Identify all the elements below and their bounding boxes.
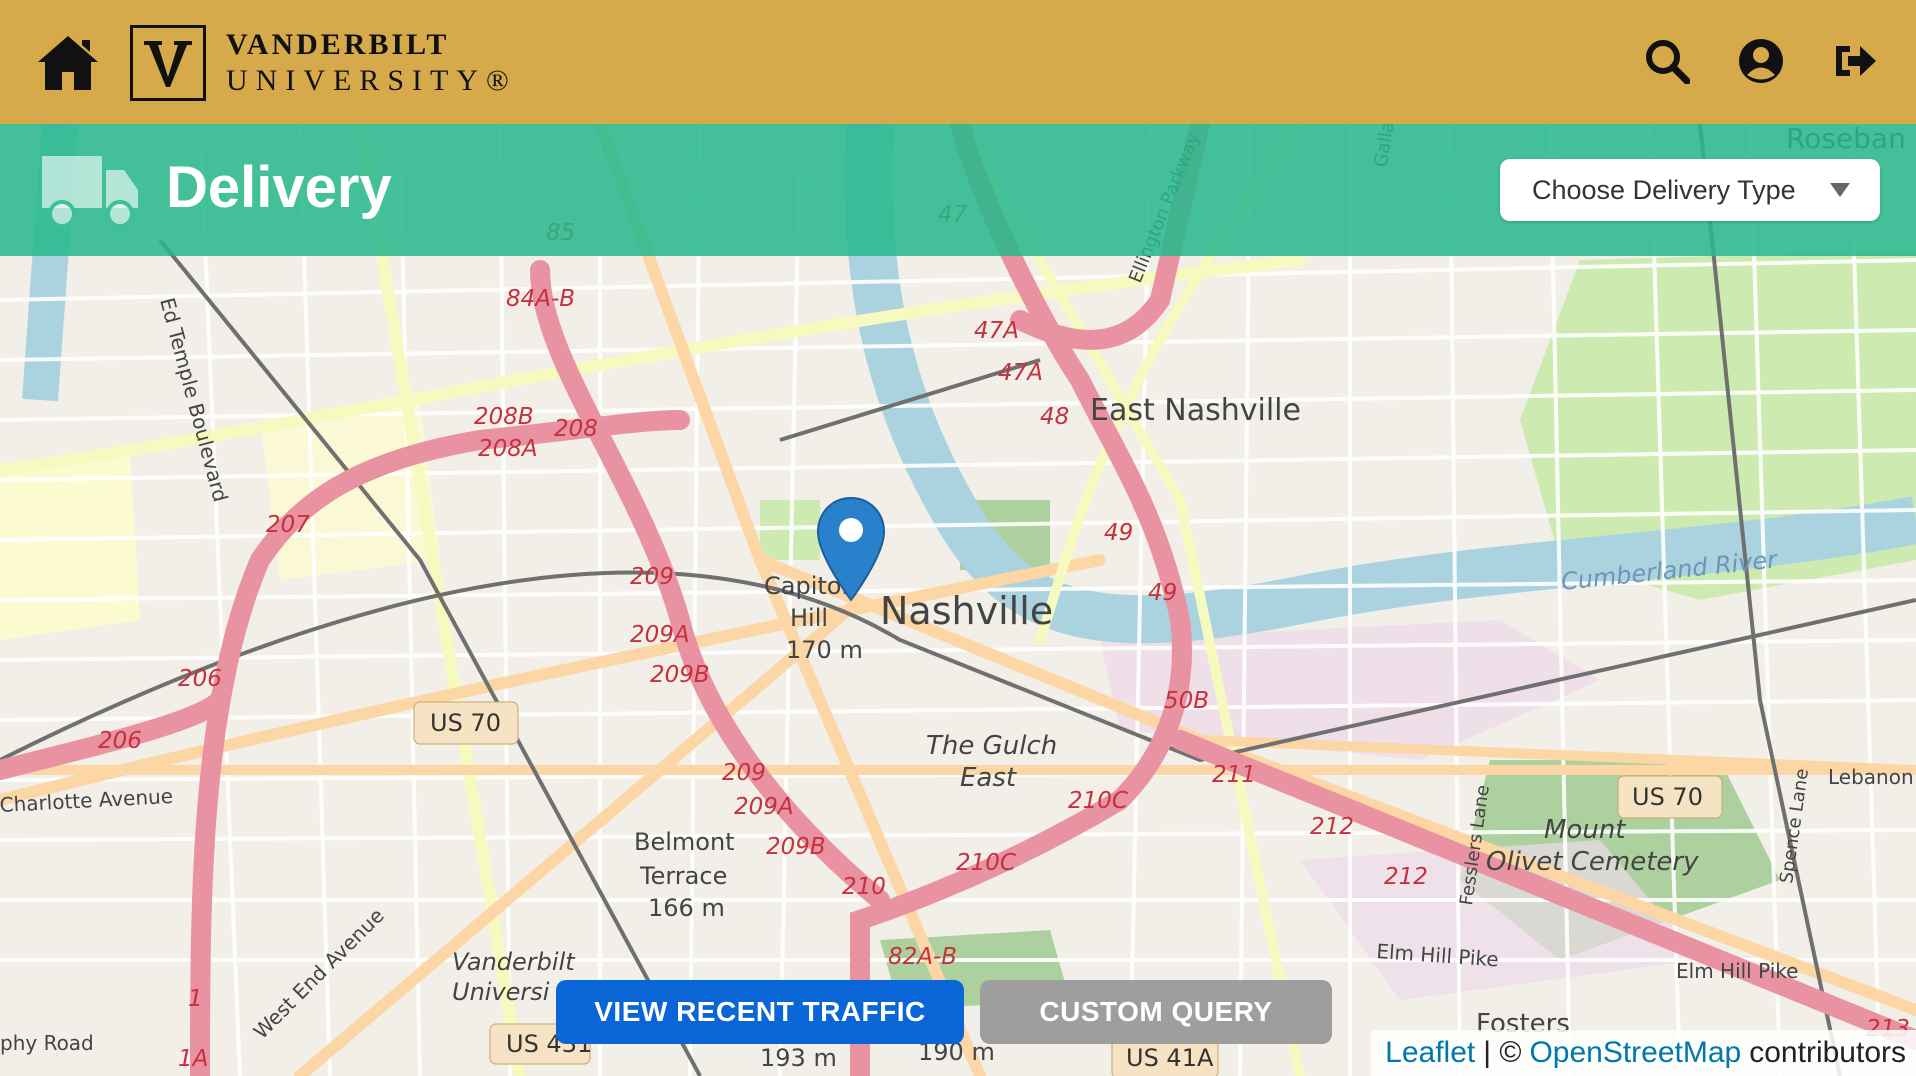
svg-text:50B: 50B <box>1164 688 1209 714</box>
svg-text:170 m: 170 m <box>786 636 863 664</box>
svg-text:212: 212 <box>1384 864 1428 890</box>
svg-text:Mount: Mount <box>1544 815 1626 845</box>
svg-text:US 70: US 70 <box>1632 783 1703 811</box>
svg-text:209: 209 <box>722 760 766 786</box>
svg-text:206: 206 <box>98 728 142 754</box>
svg-text:166 m: 166 m <box>648 894 725 922</box>
svg-text:193 m: 193 m <box>760 1044 837 1072</box>
svg-text:49: 49 <box>1104 520 1133 546</box>
map-attribution: Leaflet | © OpenStreetMap contributors <box>1371 1030 1916 1076</box>
openstreetmap-link[interactable]: OpenStreetMap <box>1529 1036 1741 1070</box>
svg-text:East: East <box>960 763 1017 793</box>
svg-text:209B: 209B <box>650 662 710 688</box>
svg-text:84A-B: 84A-B <box>506 286 575 312</box>
view-recent-traffic-button[interactable]: VIEW RECENT TRAFFIC <box>556 980 964 1044</box>
custom-query-button[interactable]: CUSTOM QUERY <box>980 980 1332 1044</box>
svg-text:48: 48 <box>1040 404 1069 430</box>
user-icon[interactable] <box>1738 38 1784 84</box>
map-view[interactable]: 84A-B 208B 208 208A 207 206 206 209 209A 209B … <box>0 124 1916 1076</box>
svg-text:Nashville: Nashville <box>880 589 1053 633</box>
svg-text:1A: 1A <box>178 1046 208 1072</box>
svg-text:47A: 47A <box>974 318 1019 344</box>
page-title: Delivery <box>166 155 392 220</box>
svg-text:209: 209 <box>630 564 674 590</box>
logout-icon[interactable] <box>1832 38 1878 84</box>
svg-text:Belmont: Belmont <box>634 828 735 856</box>
svg-text:211: 211 <box>1212 762 1256 788</box>
logo-wordmark-bottom: UNIVERSITY® <box>226 64 517 97</box>
svg-text:82A-B: 82A-B <box>888 944 957 970</box>
svg-text:The Gulch: The Gulch <box>926 731 1057 761</box>
top-header: VANDERBILT UNIVERSITY® <box>0 0 1916 124</box>
svg-text:208: 208 <box>554 416 598 442</box>
svg-text:207: 207 <box>266 512 310 538</box>
svg-text:206: 206 <box>178 666 222 692</box>
svg-text:210: 210 <box>842 874 886 900</box>
svg-text:47A: 47A <box>998 360 1043 386</box>
svg-text:East Nashville: East Nashville <box>1090 393 1301 428</box>
svg-text:209B: 209B <box>766 834 826 860</box>
logo-wordmark-top: VANDERBILT <box>226 28 450 61</box>
delivery-bar: Delivery Choose Delivery Type <box>0 124 1916 256</box>
svg-text:208A: 208A <box>478 436 538 462</box>
svg-text:209A: 209A <box>734 794 794 820</box>
search-icon[interactable] <box>1644 38 1690 84</box>
svg-text:212: 212 <box>1310 814 1354 840</box>
caret-down-icon <box>1830 183 1850 197</box>
svg-text:209A: 209A <box>630 622 690 648</box>
svg-text:1: 1 <box>188 986 203 1012</box>
svg-text:210C: 210C <box>1068 788 1128 814</box>
svg-text:Elm Hill Pike: Elm Hill Pike <box>1676 959 1798 983</box>
svg-text:Lebanon: Lebanon <box>1828 765 1914 789</box>
vanderbilt-v-icon <box>130 25 206 101</box>
svg-text:49: 49 <box>1148 580 1177 606</box>
home-icon[interactable] <box>36 34 100 92</box>
attribution-suffix: contributors <box>1749 1036 1906 1069</box>
svg-text:Olivet Cemetery: Olivet Cemetery <box>1486 847 1699 877</box>
svg-text:Terrace: Terrace <box>639 862 727 890</box>
svg-text:Universi: Universi <box>452 978 550 1006</box>
svg-text:US 41A: US 41A <box>1126 1044 1214 1072</box>
svg-text:phy Road: phy Road <box>0 1031 94 1055</box>
attribution-separator: | © <box>1483 1036 1522 1069</box>
delivery-type-select-label: Choose Delivery Type <box>1532 174 1796 205</box>
svg-text:210C: 210C <box>956 850 1016 876</box>
vanderbilt-logo: VANDERBILT UNIVERSITY® <box>130 24 517 102</box>
svg-text:US 70: US 70 <box>430 709 501 737</box>
svg-text:208B: 208B <box>474 404 534 430</box>
truck-icon <box>42 156 138 228</box>
svg-text:Vanderbilt: Vanderbilt <box>452 948 576 976</box>
delivery-type-select[interactable]: Choose Delivery Type <box>1500 159 1880 221</box>
svg-text:Hill: Hill <box>790 604 828 632</box>
map-marker-icon[interactable] <box>816 496 886 604</box>
leaflet-link[interactable]: Leaflet <box>1385 1036 1475 1070</box>
